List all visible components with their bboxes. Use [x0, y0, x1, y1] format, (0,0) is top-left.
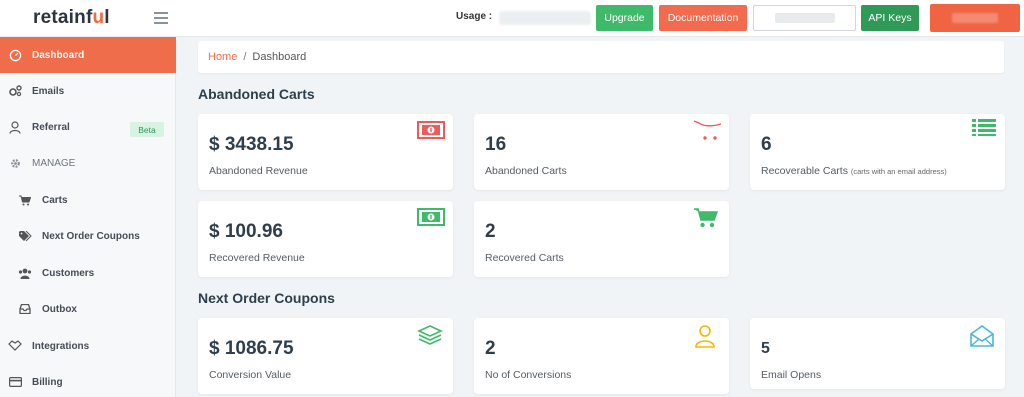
stat-card-abandoned-carts: 16 Abandoned Carts	[474, 114, 729, 190]
stat-label: Recovered Carts	[485, 252, 564, 264]
stat-label: Abandoned Revenue	[209, 165, 308, 177]
money-bill-icon	[417, 120, 445, 142]
sidebar-item-label: Integrations	[32, 340, 90, 352]
user-icon	[8, 120, 22, 134]
stat-value: 2	[485, 338, 496, 359]
section-title-abandoned-carts: Abandoned Carts	[198, 86, 315, 102]
sidebar-item-customers[interactable]: Customers	[0, 255, 176, 291]
sidebar-item-outbox[interactable]: Outbox	[0, 291, 176, 327]
stat-value: 6	[761, 134, 772, 155]
documentation-button[interactable]: Documentation	[659, 5, 747, 31]
stat-value: 16	[485, 134, 507, 155]
gear-icon	[8, 156, 22, 170]
shopping-cart-icon	[693, 118, 722, 140]
sidebar: Dashboard Emails Referral Beta MANAGE Ca…	[0, 37, 176, 397]
credit-card-icon	[8, 375, 22, 389]
users-icon	[18, 266, 32, 280]
gears-icon	[8, 84, 22, 98]
sidebar-item-integrations[interactable]: Integrations	[0, 328, 176, 364]
stat-value: $ 100.96	[209, 221, 283, 242]
usage-label: Usage :	[456, 11, 493, 22]
usage-value-redacted	[499, 11, 591, 25]
inbox-icon	[18, 302, 32, 316]
cart-icon	[18, 193, 32, 207]
user-icon	[693, 324, 721, 348]
menu-toggle-icon[interactable]	[154, 12, 168, 24]
breadcrumb-current: Dashboard	[252, 51, 307, 63]
stat-card-email-opens: 5 Email Opens	[750, 318, 1005, 389]
stat-label: Recoverable Carts (carts with an email a…	[761, 165, 947, 177]
envelope-open-icon	[969, 324, 997, 347]
sidebar-item-carts[interactable]: Carts	[0, 182, 176, 218]
sidebar-item-label: Billing	[32, 376, 63, 388]
handshake-icon	[8, 339, 22, 353]
dashboard-icon	[8, 48, 22, 62]
sidebar-item-label: Dashboard	[32, 49, 85, 61]
stat-card-conversion-value: $ 1086.75 Conversion Value	[198, 318, 453, 394]
stat-card-recoverable-carts: 6 Recoverable Carts (carts with an email…	[750, 114, 1005, 190]
sidebar-item-label: Next Order Coupons	[42, 230, 140, 242]
stat-label: No of Conversions	[485, 369, 572, 381]
user-menu-button[interactable]	[930, 4, 1020, 32]
layers-icon	[417, 324, 445, 346]
sidebar-item-billing[interactable]: Billing	[0, 364, 176, 397]
beta-badge: Beta	[130, 122, 164, 137]
stat-label-text: Recoverable Carts	[761, 165, 848, 177]
sidebar-item-label: Customers	[42, 267, 95, 279]
redacted-button[interactable]	[753, 5, 856, 31]
stat-label: Email Opens	[761, 369, 822, 381]
section-title-next-order-coupons: Next Order Coupons	[198, 290, 335, 306]
logo[interactable]: retainful	[33, 7, 110, 29]
stat-value: $ 1086.75	[209, 338, 294, 359]
list-icon	[971, 117, 999, 139]
upgrade-button[interactable]: Upgrade	[596, 5, 653, 31]
money-bill-icon	[417, 207, 445, 229]
stat-label: Recovered Revenue	[209, 252, 305, 264]
api-keys-button[interactable]: API Keys	[861, 5, 919, 31]
sidebar-item-label: Emails	[32, 85, 65, 97]
sidebar-item-label: Outbox	[42, 303, 77, 315]
stat-card-conversions: 2 No of Conversions	[474, 318, 729, 394]
stat-label: Conversion Value	[209, 369, 292, 381]
top-header: retainful Usage : Upgrade Documentation …	[0, 0, 1024, 37]
stat-card-recovered-revenue: $ 100.96 Recovered Revenue	[198, 201, 453, 277]
sidebar-item-next-order-coupons[interactable]: Next Order Coupons	[0, 218, 176, 254]
sidebar-section-label: MANAGE	[32, 157, 76, 169]
sidebar-section-manage: MANAGE	[0, 145, 176, 181]
sidebar-item-emails[interactable]: Emails	[0, 73, 176, 109]
sidebar-item-label: Referral	[32, 121, 70, 133]
sidebar-item-dashboard[interactable]: Dashboard	[0, 37, 176, 73]
stat-value: 5	[761, 340, 770, 357]
breadcrumb-home-link[interactable]: Home	[208, 51, 237, 63]
stat-value: 2	[485, 221, 496, 242]
stat-value: $ 3438.15	[209, 134, 294, 155]
tags-icon	[18, 229, 32, 243]
stat-label-note: (carts with an email address)	[850, 167, 947, 176]
sidebar-item-label: Carts	[42, 194, 68, 206]
stat-card-recovered-carts: 2 Recovered Carts	[474, 201, 729, 277]
breadcrumb: Home / Dashboard	[198, 41, 1004, 73]
breadcrumb-separator: /	[243, 51, 247, 63]
shopping-cart-icon	[693, 207, 721, 229]
stat-label: Abandoned Carts	[485, 165, 567, 177]
stat-card-abandoned-revenue: $ 3438.15 Abandoned Revenue	[198, 114, 453, 190]
